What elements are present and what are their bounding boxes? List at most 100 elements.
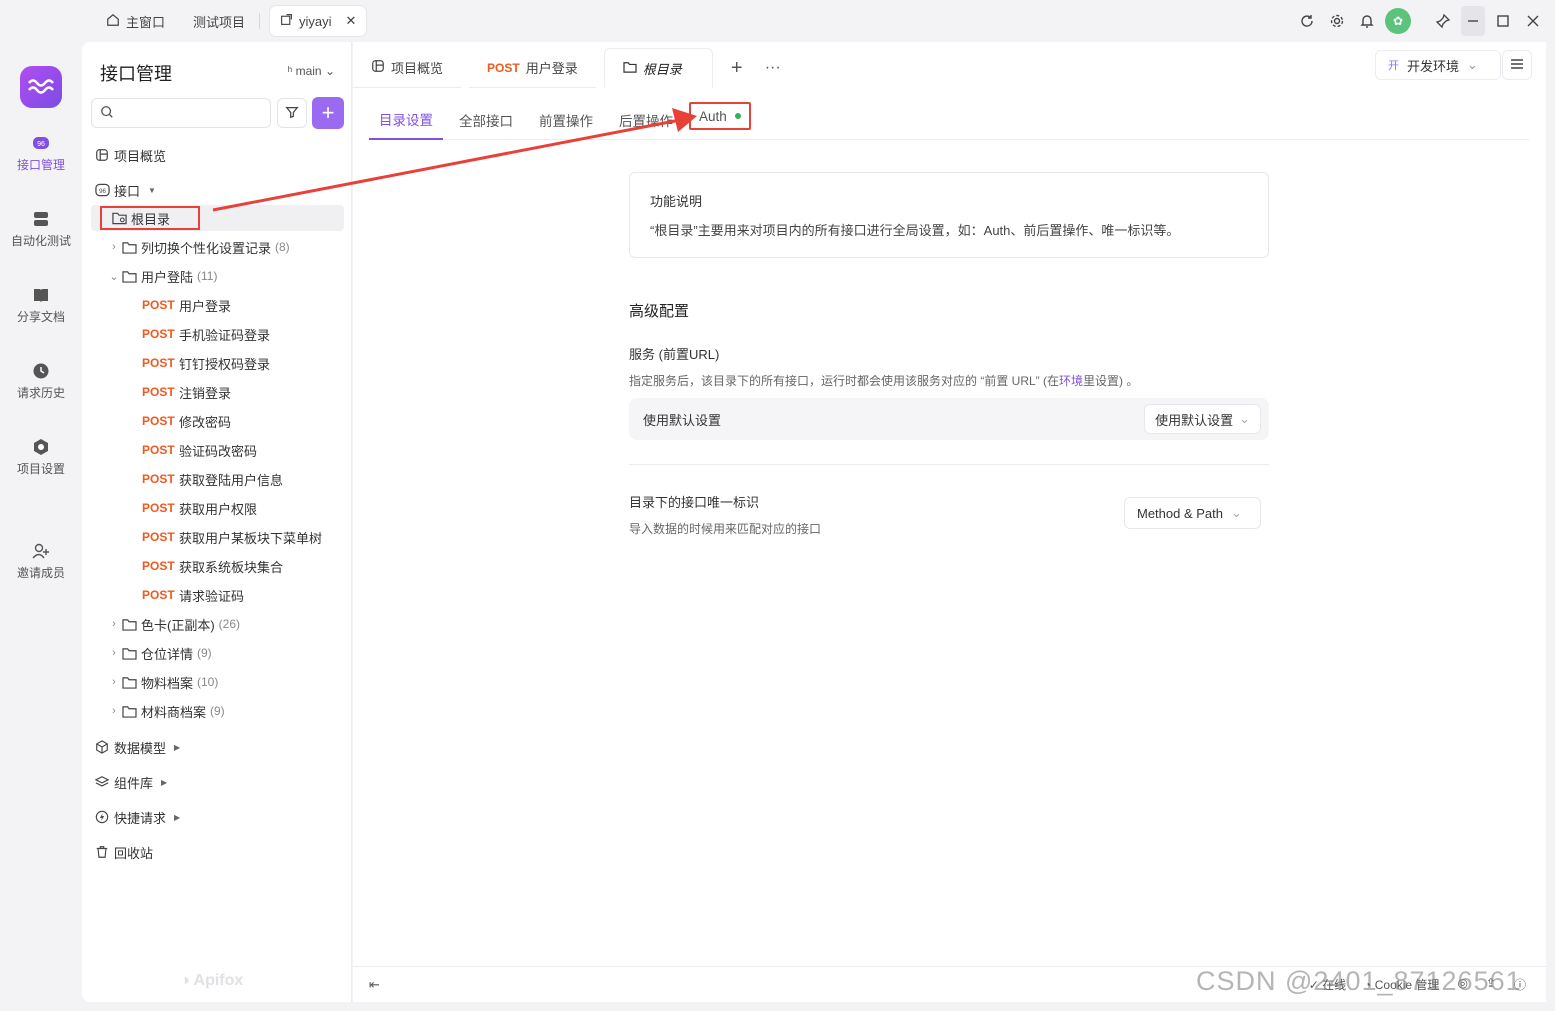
- folder-label: 仓位详情: [141, 646, 194, 662]
- service-row-label: 使用默认设置: [643, 412, 722, 428]
- folder-label: 色卡(正副本): [141, 617, 215, 633]
- tree-item-root[interactable]: 根目录: [91, 205, 344, 231]
- tab-post-processors[interactable]: 后置操作: [609, 100, 683, 140]
- filter-button[interactable]: [277, 98, 307, 128]
- settings-icon: [32, 438, 50, 456]
- tree-item-quick-request[interactable]: 快捷请求 ▶: [94, 804, 364, 830]
- method-badge: POST: [142, 356, 175, 370]
- doc-tab-overview[interactable]: 项目概览: [353, 48, 462, 88]
- tree-item-trash[interactable]: 回收站: [94, 839, 364, 865]
- service-select[interactable]: 使用默认设置 ⌄: [1144, 404, 1261, 434]
- refresh-icon[interactable]: [1295, 6, 1319, 36]
- tree-folder[interactable]: › 色卡(正副本) (26): [107, 611, 377, 637]
- overview-icon: [371, 59, 385, 76]
- search-input[interactable]: [91, 98, 271, 128]
- window-tab-label: 主窗口: [126, 14, 166, 30]
- method-badge: POST: [142, 327, 175, 341]
- tree-item-apis[interactable]: 96 接口 ▼: [94, 177, 364, 203]
- endpoint-label: 注销登录: [179, 385, 232, 401]
- search-icon: [100, 105, 114, 122]
- environment-select[interactable]: 开 开发环境 ⌄: [1375, 50, 1501, 80]
- tree-folder[interactable]: › 仓位详情 (9): [107, 640, 377, 666]
- endpoint-label: 获取用户某板块下菜单树: [179, 530, 323, 546]
- bell-icon[interactable]: [1355, 6, 1379, 36]
- divider: [629, 464, 1269, 465]
- doc-tab-label: 项目概览: [391, 61, 444, 76]
- close-icon[interactable]: ✕: [346, 13, 357, 29]
- folder-icon: [121, 616, 137, 632]
- service-label: 服务 (前置URL): [629, 347, 720, 362]
- external-link-icon: [280, 13, 293, 29]
- tree-item-label: 快捷请求: [114, 810, 167, 826]
- avatar[interactable]: ✿: [1385, 8, 1411, 34]
- add-button[interactable]: +: [312, 97, 344, 129]
- rail-item-share-docs[interactable]: 分享文档: [0, 286, 82, 325]
- branch-icon: ʰ: [287, 64, 293, 78]
- rail-item-history[interactable]: 请求历史: [0, 362, 82, 401]
- folder-count: (11): [197, 269, 218, 283]
- window-tab-active[interactable]: yiyayi ✕: [270, 6, 367, 36]
- window-tab-home[interactable]: 主窗口: [92, 6, 179, 36]
- branch-selector[interactable]: ʰ main ⌄: [288, 64, 335, 78]
- method-badge: POST: [142, 443, 175, 457]
- minimize-icon[interactable]: [1461, 6, 1485, 36]
- folder-label: 用户登陆: [141, 269, 194, 285]
- more-icon[interactable]: ···: [755, 48, 791, 88]
- tree-folder[interactable]: › 列切换个性化设置记录 (8): [107, 234, 377, 260]
- endpoint-label: 手机验证码登录: [179, 327, 271, 343]
- tree-folder[interactable]: ⌄ 用户登陆 (11): [107, 263, 377, 289]
- doc-tab-user-login[interactable]: POST 用户登录: [469, 48, 596, 88]
- unique-id-select[interactable]: Method & Path ⌄: [1124, 497, 1261, 529]
- window-tab-project[interactable]: 测试项目: [179, 6, 259, 36]
- menu-button[interactable]: [1502, 50, 1532, 80]
- method-badge: POST: [142, 414, 175, 428]
- tab-all-apis[interactable]: 全部接口: [449, 100, 523, 140]
- tree-item-label: 回收站: [114, 845, 154, 861]
- window-tab-label: yiyayi: [299, 13, 332, 29]
- tree-item-components[interactable]: 组件库 ▶: [94, 769, 364, 795]
- layers-icon: [94, 774, 110, 790]
- folder-icon: [121, 645, 137, 661]
- tree-folder[interactable]: › 材料商档案 (9): [107, 698, 377, 724]
- maximize-icon[interactable]: [1491, 6, 1515, 36]
- title-bar: 主窗口 测试项目 yiyayi ✕ ✿: [0, 0, 1555, 42]
- gear-icon[interactable]: [1325, 6, 1349, 36]
- api-icon: 96: [94, 182, 110, 198]
- tree-item-overview[interactable]: 项目概览: [94, 142, 364, 168]
- folder-settings-tabs: 目录设置 全部接口 前置操作 后置操作 Auth: [369, 100, 1529, 140]
- trash-icon: [94, 844, 110, 860]
- rail-item-api-management[interactable]: 96 接口管理: [0, 134, 82, 173]
- window-tab-label: 测试项目: [193, 14, 246, 30]
- pin-icon[interactable]: [1431, 6, 1455, 36]
- chevron-right-icon: ›: [112, 676, 116, 688]
- method-badge: POST: [142, 588, 175, 602]
- branch-label: main: [295, 64, 322, 78]
- folder-label: 列切换个性化设置记录: [141, 240, 272, 256]
- doc-tab-root[interactable]: 根目录: [603, 48, 713, 88]
- rail-item-project-settings[interactable]: 项目设置: [0, 438, 82, 477]
- env-badge: 开: [1388, 60, 1399, 72]
- chevron-down-icon: ⌄: [109, 270, 119, 283]
- collapse-sidebar-icon[interactable]: ⇤: [369, 977, 380, 993]
- method-badge: POST: [142, 385, 175, 399]
- window-close-icon[interactable]: [1521, 6, 1545, 36]
- environment-link[interactable]: 环境: [1059, 374, 1083, 388]
- tab-directory-settings[interactable]: 目录设置: [369, 100, 443, 140]
- tab-auth[interactable]: Auth: [689, 102, 751, 130]
- new-tab-button[interactable]: +: [719, 48, 755, 88]
- rail-item-invite[interactable]: 邀请成员: [0, 542, 82, 581]
- endpoint-label: 获取登陆用户信息: [179, 472, 284, 488]
- rail-item-label: 分享文档: [16, 310, 65, 324]
- tree-item-label: 组件库: [114, 775, 154, 791]
- env-label: 开发环境: [1407, 58, 1460, 74]
- document-tabs: 项目概览 POST 用户登录 根目录 + ···: [353, 48, 791, 88]
- status-dot: [734, 113, 741, 119]
- tree-item-data-model[interactable]: 数据模型 ▶: [94, 734, 364, 760]
- endpoint-label: 获取系统板块集合: [179, 559, 284, 575]
- hamburger-icon: [1510, 58, 1524, 73]
- tab-pre-processors[interactable]: 前置操作: [529, 100, 603, 140]
- folder-count: (26): [218, 617, 241, 631]
- tree-folder[interactable]: › 物料档案 (10): [107, 669, 377, 695]
- rail-item-automation[interactable]: 自动化测试: [0, 210, 82, 249]
- endpoint-label: 请求验证码: [179, 588, 245, 604]
